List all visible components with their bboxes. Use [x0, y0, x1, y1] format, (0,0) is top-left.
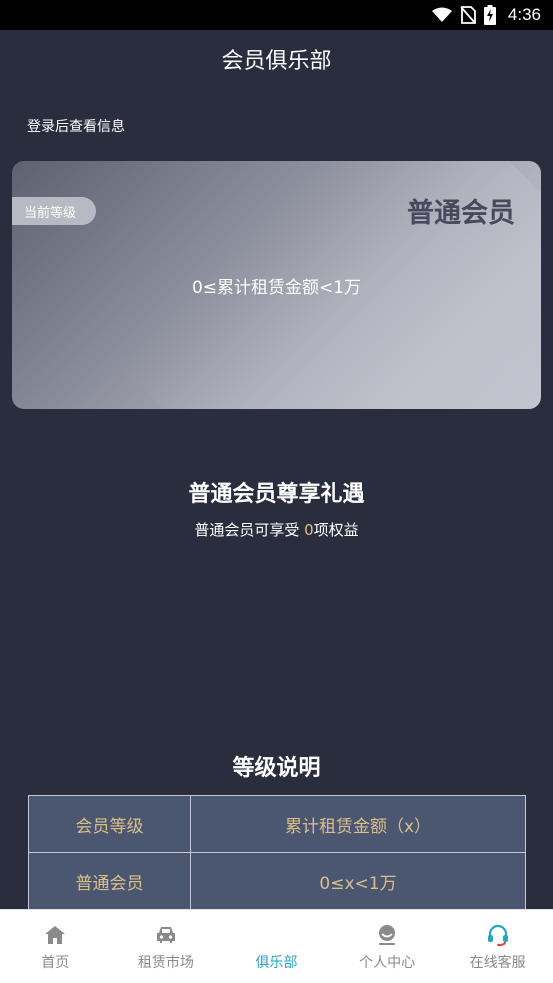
- status-time: 4:36: [507, 5, 541, 24]
- table-cell: 0≤x<1万: [190, 852, 526, 910]
- benefits-sub-prefix: 普通会员可享受: [194, 521, 305, 539]
- rules-title: 等级说明: [232, 756, 321, 781]
- login-hint-link[interactable]: 登录后查看信息: [27, 116, 125, 136]
- tab-label: 在线客服: [469, 955, 526, 971]
- benefits-count: 0: [304, 521, 314, 539]
- user-icon: [376, 922, 398, 948]
- page-title: 会员俱乐部: [221, 49, 332, 74]
- tab-rental-market[interactable]: 租赁市场: [111, 910, 222, 983]
- headset-icon: [486, 922, 510, 948]
- level-rules-table: 会员等级 累计租赁金额（x） 普通会员 0≤x<1万: [28, 795, 526, 910]
- tab-label: 个人中心: [359, 955, 416, 971]
- home-icon: [44, 922, 66, 948]
- car-icon: [155, 922, 177, 948]
- wifi-icon: [431, 7, 452, 22]
- status-bar: 4:36: [0, 0, 553, 30]
- table-cell: 普通会员: [28, 852, 191, 910]
- table-header-cell: 会员等级: [28, 795, 191, 853]
- card-level-name: 普通会员: [407, 198, 515, 229]
- tab-online-service[interactable]: 在线客服: [442, 910, 553, 983]
- card-level-range: 0≤累计租赁金额<1万: [191, 278, 362, 298]
- battery-charging-icon: [483, 5, 496, 25]
- tab-label: 俱乐部: [255, 955, 298, 971]
- current-level-card: 当前等级 普通会员 0≤累计租赁金额<1万: [12, 161, 541, 409]
- benefits-title: 普通会员尊享礼遇: [188, 482, 365, 507]
- tab-personal-center[interactable]: 个人中心: [332, 910, 443, 983]
- benefits-sub-suffix: 项权益: [313, 521, 359, 539]
- tab-home[interactable]: 首页: [0, 910, 111, 983]
- tab-label: 首页: [41, 955, 70, 971]
- table-header-cell: 累计租赁金额（x）: [190, 795, 526, 853]
- table-row: 普通会员 0≤x<1万: [28, 852, 526, 910]
- table-header-row: 会员等级 累计租赁金额（x）: [28, 795, 526, 853]
- current-level-badge: 当前等级: [12, 197, 96, 225]
- benefits-subtitle: 普通会员可享受 0项权益: [0, 519, 553, 540]
- no-sim-icon: [460, 6, 476, 24]
- tab-label: 租赁市场: [137, 955, 194, 971]
- tab-club[interactable]: 俱乐部: [221, 910, 332, 983]
- bottom-tab-bar: 首页 租赁市场 俱乐部 个人中心 在线客服: [0, 909, 553, 983]
